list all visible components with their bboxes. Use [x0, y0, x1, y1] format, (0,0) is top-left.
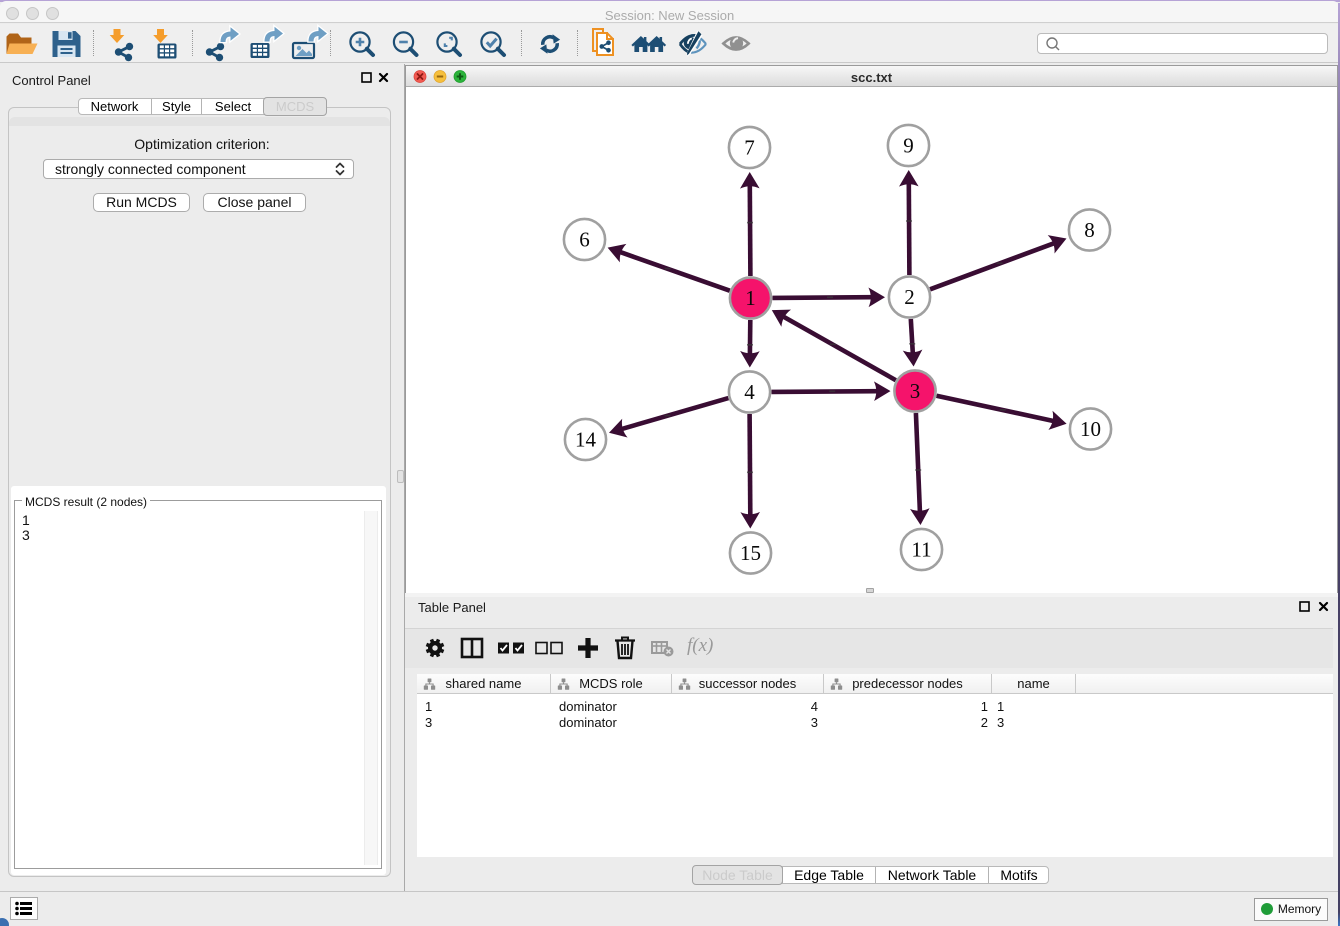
svg-text:11: 11: [911, 538, 931, 562]
svg-text:3: 3: [910, 379, 921, 403]
svg-text:9: 9: [903, 134, 914, 158]
svg-text:2: 2: [904, 285, 915, 309]
svg-text:14: 14: [575, 428, 597, 452]
svg-text:4: 4: [744, 380, 755, 404]
svg-text:6: 6: [579, 228, 590, 252]
svg-text:1: 1: [745, 286, 756, 310]
svg-text:15: 15: [740, 541, 761, 565]
svg-text:7: 7: [744, 136, 755, 160]
svg-text:8: 8: [1084, 218, 1095, 242]
svg-text:10: 10: [1080, 417, 1101, 441]
